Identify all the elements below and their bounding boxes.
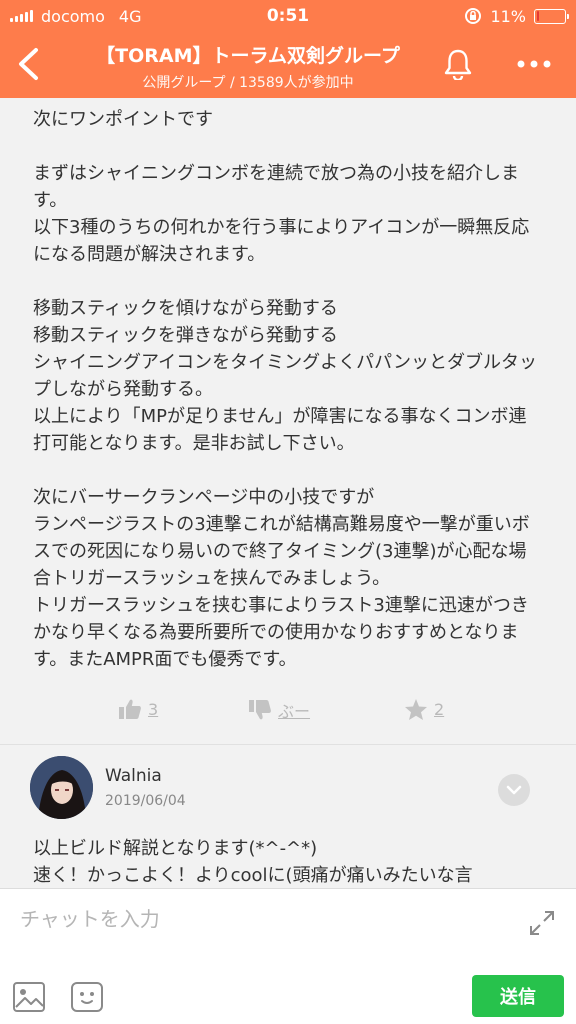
notification-button[interactable]: [438, 44, 478, 84]
chevron-left-icon: [19, 48, 38, 80]
dislike-button[interactable]: ぶー: [248, 698, 310, 722]
group-header: 【TORAM】トーラム双剣グループ 公開グループ / 13589人が参加中: [0, 32, 576, 98]
post-body: 次にワンポイントです まずはシャイニングコンボを連続で放つ為の小技を紹介します。…: [33, 109, 537, 670]
battery-percent: 11%: [490, 6, 526, 26]
expand-icon: [530, 911, 554, 935]
image-button[interactable]: [12, 981, 46, 1013]
expand-button[interactable]: [528, 909, 556, 937]
rotation-lock-icon: [465, 8, 482, 24]
more-options-button[interactable]: [512, 44, 556, 84]
group-subtitle: 公開グループ / 13589人が参加中: [142, 75, 354, 91]
back-button[interactable]: [8, 42, 48, 86]
thumbs-up-icon: [119, 699, 141, 719]
send-button[interactable]: 送信: [472, 975, 564, 1017]
dislike-label: ぶー: [278, 702, 311, 721]
group-title: 【TORAM】トーラム双剣グループ: [96, 45, 400, 67]
avatar-image: [30, 756, 93, 819]
bell-icon: [444, 49, 472, 80]
carrier-label: docomo: [41, 6, 105, 26]
like-button[interactable]: 3: [118, 698, 158, 720]
comment-body: 以上ビルド解説となります(*^-^*) 速く！かっこよく！よりcoolに(頭痛が…: [33, 838, 473, 886]
image-icon: [13, 982, 45, 1012]
sticker-button[interactable]: [70, 981, 104, 1013]
star-count: 2: [434, 700, 445, 719]
battery-icon: [534, 8, 569, 24]
reaction-bar: 3 ぶー 2: [0, 698, 576, 734]
thumbs-down-icon: [249, 700, 271, 720]
comment-date: 2019/06/04: [105, 793, 186, 809]
emoji-icon: [71, 982, 103, 1012]
star-icon: [405, 699, 427, 720]
chat-input-bar: チャットを入力 送信: [0, 888, 576, 1024]
signal-icon: [10, 10, 33, 22]
network-label: 4G: [118, 6, 142, 26]
comment-menu-button[interactable]: [498, 774, 530, 806]
comment-author[interactable]: Walnia: [105, 766, 162, 786]
like-count: 3: [148, 699, 159, 719]
chat-input[interactable]: チャットを入力: [20, 903, 500, 932]
chevron-down-icon: [506, 785, 522, 795]
status-bar: docomo 4G 0:51 11%: [0, 0, 576, 32]
divider: [0, 744, 576, 745]
post: 次にワンポイントです まずはシャイニングコンボを連続で放つ為の小技を紹介します。…: [0, 98, 576, 745]
avatar[interactable]: [30, 756, 93, 819]
star-button[interactable]: 2: [404, 698, 444, 721]
more-dots-icon: [517, 60, 551, 68]
comment: Walnia 2019/06/04 以上ビルド解説となります(*^-^*) 速く…: [0, 748, 576, 888]
